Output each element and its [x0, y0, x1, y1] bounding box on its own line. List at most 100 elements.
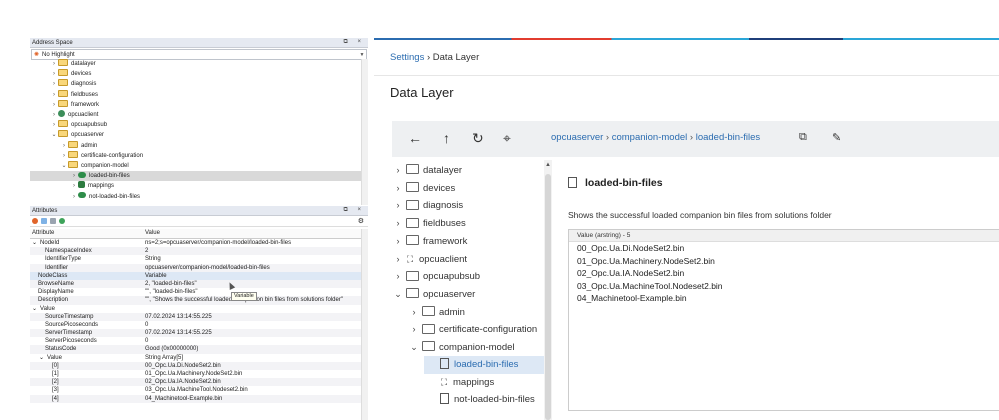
attribute-row[interactable]: [4] 04_Machinetool-Example.bin: [30, 394, 362, 403]
address-tree-item[interactable]: ⌄ opcuaserver: [30, 130, 362, 140]
chevron-right-icon[interactable]: ›: [60, 141, 68, 151]
chevron-down-icon[interactable]: ⌄: [32, 306, 37, 312]
datalayer-tree-item[interactable]: loaded-bin-files: [424, 355, 548, 374]
datalayer-tree-item[interactable]: › diagnosis: [392, 196, 548, 214]
chevron-right-icon[interactable]: ›: [392, 250, 404, 268]
address-tree-item[interactable]: › devices: [30, 69, 362, 79]
chevron-down-icon[interactable]: ⌄: [39, 355, 44, 361]
chevron-down-icon[interactable]: ▼: [358, 52, 366, 58]
edit-icon[interactable]: [50, 218, 56, 224]
attribute-row[interactable]: [2] 02_Opc.Ua.IA.NodeSet2.bin: [30, 378, 362, 387]
datalayer-tree-item[interactable]: › fieldbuses: [392, 214, 548, 232]
datalayer-tree-item[interactable]: › datalayer: [392, 161, 548, 179]
attributes-window-buttons[interactable]: ⧉ ×: [344, 207, 365, 214]
attribute-row[interactable]: Identifier opcuaserver/companion-model/lo…: [30, 263, 362, 272]
attribute-row[interactable]: [3] 03_Opc.Ua.MachineTool.Nodeset2.bin: [30, 386, 362, 394]
edit-icon[interactable]: ✎: [832, 131, 841, 144]
refresh-icon[interactable]: ✺: [34, 51, 39, 58]
chevron-right-icon[interactable]: ›: [50, 79, 58, 89]
attribute-row[interactable]: BrowseName 2, "loaded-bin-files": [30, 279, 362, 289]
path-companion-model[interactable]: companion-model: [612, 132, 688, 143]
datalayer-tree-item[interactable]: ⌄ companion-model: [408, 338, 548, 356]
path-loaded-bin-files[interactable]: loaded-bin-files: [696, 132, 760, 143]
attribute-row[interactable]: NamespaceIndex 2: [30, 247, 362, 256]
attribute-row[interactable]: StatusCode Good (0x00000000): [30, 345, 362, 354]
chevron-down-icon[interactable]: ⌄: [408, 338, 420, 356]
refresh-icon[interactable]: [32, 218, 38, 224]
address-tree-item[interactable]: › opcuaclient: [30, 109, 362, 120]
address-tree-item[interactable]: › framework: [30, 99, 362, 110]
chevron-right-icon[interactable]: ›: [50, 69, 58, 79]
chevron-right-icon[interactable]: ›: [50, 110, 58, 120]
scroll-up-icon[interactable]: ▲: [544, 160, 552, 170]
address-tree-item[interactable]: › not-loaded-bin-files: [30, 192, 362, 202]
monitor-icon[interactable]: [59, 218, 65, 224]
attribute-row[interactable]: ⌄ Value String Array[5]: [30, 354, 362, 362]
chevron-right-icon[interactable]: ›: [60, 151, 68, 161]
chevron-right-icon[interactable]: ›: [392, 179, 404, 197]
chevron-right-icon[interactable]: ›: [392, 232, 404, 250]
locate-icon[interactable]: ⌖: [503, 130, 511, 146]
attribute-row[interactable]: ⌄ NodeId ns=2;s=opcuaserver/companion-mode…: [30, 239, 362, 247]
address-tree-item[interactable]: ⌄ companion-model: [30, 160, 362, 171]
attributes-scrollbar[interactable]: [361, 229, 368, 420]
address-tree-item[interactable]: › mappings: [30, 181, 362, 191]
chevron-down-icon[interactable]: ⌄: [32, 240, 37, 246]
attribute-row[interactable]: IdentifierType String: [30, 255, 362, 263]
chevron-right-icon[interactable]: ›: [50, 100, 58, 110]
address-tree-item[interactable]: › datalayer: [30, 59, 362, 69]
attribute-row[interactable]: [1] 01_Opc.Ua.Machinery.NodeSet2.bin: [30, 370, 362, 378]
reload-icon[interactable]: ↻: [472, 130, 484, 146]
datalayer-tree-item[interactable]: › admin: [408, 303, 548, 321]
chevron-right-icon[interactable]: ›: [70, 171, 78, 181]
attribute-row[interactable]: DisplayName "", "loaded-bin-files": [30, 288, 362, 296]
address-tree-item[interactable]: › admin: [30, 140, 362, 151]
chevron-right-icon[interactable]: ›: [50, 90, 58, 100]
address-tree-item[interactable]: › fieldbuses: [30, 89, 362, 100]
chevron-down-icon[interactable]: ⌄: [60, 161, 68, 171]
attribute-row[interactable]: Description "", "Shows the successful loa…: [30, 296, 362, 305]
attribute-row[interactable]: SourceTimestamp 07.02.2024 13:14:55.225: [30, 312, 362, 321]
up-arrow-icon[interactable]: ↑: [443, 130, 450, 146]
attribute-row[interactable]: SourcePicoseconds 0: [30, 321, 362, 329]
attribute-row[interactable]: [0] 00_Opc.Ua.Di.NodeSet2.bin: [30, 361, 362, 370]
chevron-right-icon[interactable]: ›: [50, 120, 58, 130]
settings-icon[interactable]: ⚙: [358, 217, 364, 225]
attribute-row[interactable]: ⌄ Value: [30, 305, 362, 313]
attribute-row[interactable]: ServerPicoseconds 0: [30, 337, 362, 345]
address-tree-item[interactable]: › diagnosis: [30, 79, 362, 89]
address-space-scrollbar[interactable]: [361, 59, 368, 205]
address-tree-item[interactable]: › opcuapubsub: [30, 120, 362, 130]
chevron-right-icon[interactable]: ›: [70, 181, 78, 191]
address-tree-item[interactable]: › loaded-bin-files: [30, 171, 362, 182]
check-icon[interactable]: [41, 218, 47, 224]
breadcrumb-settings-link[interactable]: Settings: [390, 52, 424, 63]
datalayer-tree-item[interactable]: › devices: [392, 179, 548, 197]
chevron-right-icon[interactable]: ›: [392, 196, 404, 214]
datalayer-tree-scrollbar[interactable]: ▲: [544, 160, 552, 420]
datalayer-tree-item[interactable]: not-loaded-bin-files: [424, 391, 548, 409]
attribute-row[interactable]: ServerTimestamp 07.02.2024 13:14:55.225: [30, 329, 362, 338]
chevron-right-icon[interactable]: ›: [392, 161, 404, 179]
chevron-right-icon[interactable]: ›: [392, 267, 404, 285]
datalayer-tree-item[interactable]: › opcuapubsub: [392, 267, 548, 285]
chevron-right-icon[interactable]: ›: [392, 214, 404, 232]
address-tree-item[interactable]: › certificate-configuration: [30, 150, 362, 161]
datalayer-tree-item[interactable]: › framework: [392, 232, 548, 250]
datalayer-tree-item[interactable]: ⌄ opcuaserver: [392, 285, 548, 303]
chevron-right-icon[interactable]: ›: [70, 192, 78, 202]
chevron-right-icon[interactable]: ›: [408, 320, 420, 338]
copy-icon[interactable]: ⧉: [799, 131, 807, 144]
chevron-right-icon[interactable]: ›: [408, 303, 420, 321]
chevron-down-icon[interactable]: ⌄: [50, 130, 58, 140]
scroll-thumb[interactable]: [545, 174, 551, 420]
datalayer-tree-item[interactable]: › ⛶ opcuaclient: [392, 250, 548, 268]
chevron-down-icon[interactable]: ⌄: [392, 285, 404, 303]
datalayer-tree-item[interactable]: ⛶ mappings: [424, 373, 548, 391]
back-arrow-icon[interactable]: ←: [408, 130, 422, 146]
chevron-right-icon[interactable]: ›: [50, 59, 58, 69]
attribute-row[interactable]: NodeClass Variable: [30, 271, 362, 280]
path-opcuaserver[interactable]: opcuaserver: [551, 132, 603, 143]
datalayer-tree-item[interactable]: › certificate-configuration: [408, 320, 548, 338]
address-space-window-buttons[interactable]: ⧉ ×: [344, 39, 365, 46]
